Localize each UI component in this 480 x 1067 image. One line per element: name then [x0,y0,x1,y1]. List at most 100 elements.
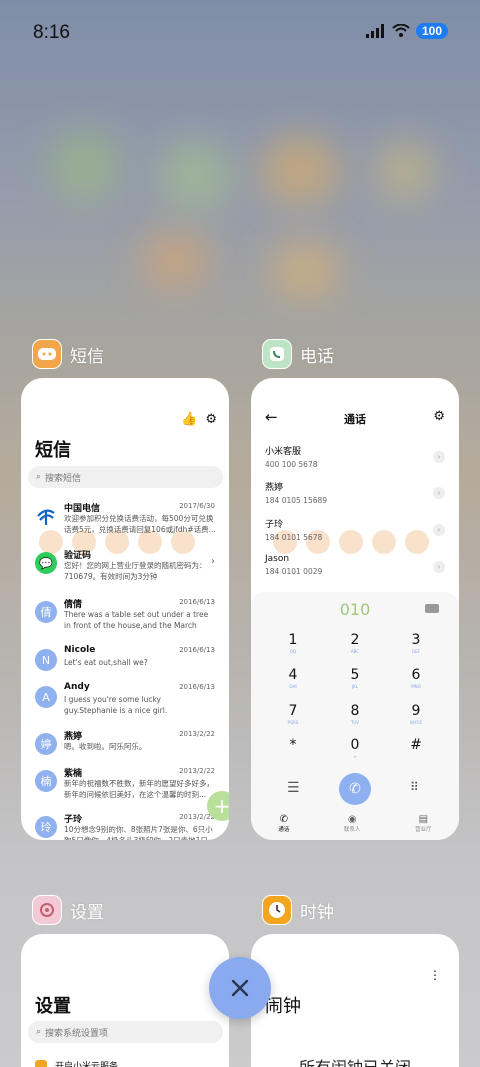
keypad-grid-icon[interactable]: ⠿ [410,780,419,794]
search-input[interactable]: ⌕ 搜索短信 [28,466,223,488]
phone-app-icon [262,339,292,369]
plus-icon: + [213,794,229,818]
call-log-item[interactable]: 子玲 184 0101 5678 › [265,517,445,551]
message-preview: 10分想念9别的你、8张照片7张是你、6只小狗5只像你、4极名头3极印你、2只青… [64,825,215,840]
dial-key-2[interactable]: 2 ABC [330,632,380,654]
message-date: 2017/6/30 [179,502,215,510]
bg-blur [270,240,340,300]
store-icon: ▤ [418,813,429,825]
app-label-settings[interactable]: 设置 [32,895,104,925]
list-item[interactable]: N Nicole 2016/6/13 Let's eat out,shall w… [21,645,229,687]
tab-calls[interactable]: ✆ 通话 [278,814,289,833]
app-name: 电话 [300,346,334,367]
dial-key-0[interactable]: 0 + [330,737,380,759]
dial-key-7[interactable]: 7 PQRS [268,703,318,725]
person-icon: ◉ [347,813,357,825]
page-title: 短信 [35,440,71,461]
avatar: 楠 [35,770,57,792]
phone-icon: ✆ [349,781,361,797]
search-icon: ⌕ [36,1027,42,1037]
avatar: 玲 [35,816,57,838]
dial-key-1[interactable]: 1 QQ [268,632,318,654]
dial-key-8[interactable]: 8 TUV [330,703,380,725]
app-name: 时钟 [300,902,334,923]
tab-contacts[interactable]: ◉ 联系人 [344,814,361,833]
app-name: 短信 [70,346,104,367]
page-title: 设置 [35,996,71,1017]
message-preview: I guess you're some lucky guy.Stephanie … [64,695,168,715]
caller-number: 400 100 5678 [265,460,318,469]
battery-badge: 100 [415,23,448,39]
sms-app-card[interactable]: 👍 ⚙ 短信 ⌕ 搜索短信 中国电信 2017/6/30 欢迎参加积分兑换话费活… [21,378,229,840]
bg-blur [375,140,435,200]
list-item[interactable]: 婷 燕婷 2013/2/22 嗯。收到啦。阿乐阿乐。 [21,729,229,771]
message-date: 2016/6/13 [179,683,215,691]
menu-icon[interactable]: ☰ [287,780,300,796]
status-time: 8:16 [33,22,70,43]
dial-key-star[interactable]: * [268,737,318,759]
caller-name: 燕婷 [265,483,284,493]
settings-app-card[interactable]: 设置 ⌕ 搜索系统设置项 开启小米云服务 [21,934,229,1067]
dial-key-5[interactable]: 5 JKL [330,667,380,689]
close-icon [231,979,249,997]
gear-icon[interactable]: ⚙ [205,412,217,427]
settings-item[interactable]: 开启小米云服务 [35,1059,118,1067]
caller-number: 184 0101 5678 [265,533,323,542]
more-options-icon[interactable]: ⋮ [429,968,441,982]
dial-key-9[interactable]: 9 WXYZ [391,703,441,725]
app-label-phone[interactable]: 电话 [262,339,334,369]
list-item[interactable]: 💬 验证码 › 您好！您的网上营业厅登录的随机密码为：710679。有效时间为3… [21,548,229,590]
chevron-right-icon[interactable]: › [433,524,445,536]
caller-name: 子玲 [265,520,284,530]
search-placeholder: 搜索短信 [45,473,82,484]
clock-app-card[interactable]: ⋮ 闹钟 所有闹钟已关闭 [251,934,459,1067]
chevron-right-icon[interactable]: › [433,451,445,463]
app-name: 设置 [70,902,104,923]
list-item[interactable]: A Andy 2016/6/13 I guess you're some luc… [21,682,229,724]
dial-key-4[interactable]: 4 GHI [268,667,318,689]
phone-app-card[interactable]: ← 通话 ⚙ 小米客服 400 100 5678 › 燕婷 184 0105 1… [251,378,459,840]
bg-blur [140,230,210,290]
sender-name: Andy [64,682,90,692]
phone-header: ← 通话 ⚙ [251,408,459,430]
app-label-sms[interactable]: 短信 [32,339,104,369]
dial-key-6[interactable]: 6 MNO [391,667,441,689]
search-placeholder: 搜索系统设置项 [45,1028,109,1039]
dialpad: 010 1 QQ 2 ABC 3 DEF 4 GHI 5 JKL 6 MNO 7 PQRS 8… [251,592,459,840]
gear-icon[interactable]: ⚙ [433,409,445,424]
list-item[interactable]: 中国电信 2017/6/30 欢迎参加积分兑换话费活动，每500分可兑换话费5元… [21,501,229,543]
caller-number: 184 0101 0029 [265,567,323,576]
dial-key-3[interactable]: 3 DEF [391,632,441,654]
clock-app-icon [262,895,292,925]
backspace-icon[interactable] [425,604,439,613]
sender-name: Nicole [64,645,96,655]
page-title: 闹钟 [265,996,301,1017]
message-date: 2016/6/13 [179,646,215,654]
wifi-icon [392,24,410,37]
call-button[interactable]: ✆ [339,773,371,805]
page-title: 通话 [344,413,366,426]
compose-button[interactable]: + [207,791,229,821]
chevron-right-icon[interactable]: › [433,561,445,573]
cloud-icon [35,1059,47,1067]
app-label-clock[interactable]: 时钟 [262,895,334,925]
bg-blur [260,135,340,205]
bg-blur [50,130,120,200]
avatar: A [35,686,57,708]
close-all-button[interactable] [209,957,271,1019]
list-item[interactable]: 倩 倩倩 2016/6/13 There was a table set out… [21,597,229,639]
list-item[interactable]: 玲 子玲 2013/2/22 10分想念9别的你、8张照片7张是你、6只小狗5只… [21,812,229,840]
call-log-item[interactable]: 燕婷 184 0105 15689 › [265,480,445,514]
chevron-right-icon[interactable]: › [433,487,445,499]
dial-key-hash[interactable]: # [391,737,441,759]
settings-app-icon [32,895,62,925]
thumb-icon[interactable]: 👍 [181,412,197,427]
search-input[interactable]: ⌕ 搜索系统设置项 [28,1021,223,1043]
call-log-item[interactable]: Jason 184 0101 0029 › [265,554,445,588]
tab-service-hall[interactable]: ▤ 营业厅 [415,814,432,833]
tab-bar: ✆ 通话 ◉ 联系人 ▤ 营业厅 [251,806,459,840]
call-log-item[interactable]: 小米客服 400 100 5678 › [265,444,445,478]
list-item[interactable]: 楠 紫楠 2013/2/22 新年的祝福数不胜数，新年的愿望好多好多，新年的问候… [21,766,229,808]
message-date: 2013/2/22 [179,730,215,738]
telecom-logo-icon [35,505,57,527]
